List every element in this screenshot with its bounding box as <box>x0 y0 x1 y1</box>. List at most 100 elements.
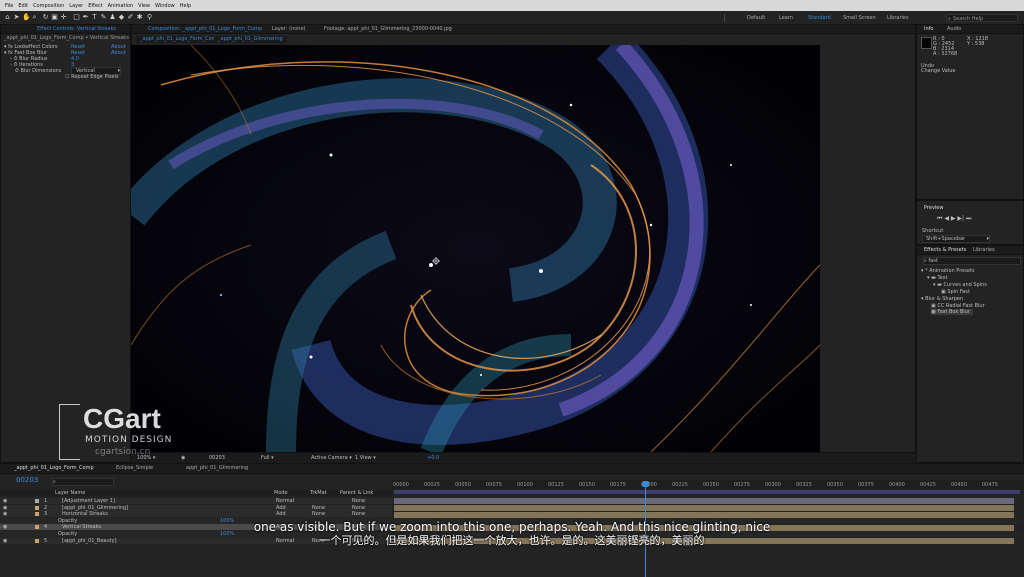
tab-timeline-logo-comp[interactable]: _appt_phi_01_Logo_Form_Comp <box>14 465 94 471</box>
timeline-search-input[interactable]: ⌕ <box>52 478 114 486</box>
resolution-dropdown[interactable]: Full ▾ <box>261 455 274 461</box>
pan-behind-tool-icon[interactable]: ✛ <box>60 14 67 21</box>
about-button[interactable]: About <box>111 50 126 56</box>
workspace-libraries[interactable]: Libraries <box>887 15 909 21</box>
rectangle-tool-icon[interactable]: □ <box>73 14 80 21</box>
tree-item[interactable]: ▾ ▬ Curves and Spins <box>933 282 987 288</box>
hand-tool-icon[interactable]: ✋ <box>22 14 31 21</box>
menu-view[interactable]: View <box>138 3 150 9</box>
play-icon[interactable]: ▶ <box>951 215 956 222</box>
rotate-tool-icon[interactable]: ↻ <box>42 14 49 21</box>
menu-effect[interactable]: Effect <box>88 3 102 9</box>
playhead-handle[interactable] <box>642 481 649 487</box>
layer-row[interactable]: ◉ 2 [appt_phi_01_Glimmering] Add None None <box>0 504 392 511</box>
menu-file[interactable]: File <box>5 3 13 9</box>
menu-layer[interactable]: Layer <box>69 3 83 9</box>
timeline-timecode[interactable]: 00203 <box>16 476 38 484</box>
tree-item-selected[interactable]: ▣ Fast Box Blur <box>931 309 973 315</box>
repeat-edge-checkbox[interactable]: ☐ Repeat Edge Pixels <box>65 74 119 80</box>
brush-tool-icon[interactable]: ✎ <box>100 14 107 21</box>
tab-timeline-eclipse[interactable]: Eclipse_Simple <box>116 465 153 471</box>
visibility-eye-icon[interactable]: ◉ <box>3 498 7 504</box>
menu-animation[interactable]: Animation <box>108 3 134 9</box>
layer-name[interactable]: [Adjustment Layer 1] <box>62 498 115 504</box>
blend-mode-dropdown[interactable]: Add <box>276 511 286 517</box>
cgart-watermark: CGart MOTION DESIGN cgartsion.cn <box>59 404 194 462</box>
clone-stamp-icon[interactable]: ♟ <box>109 14 116 21</box>
shortcut-label: Shortcut <box>922 228 944 234</box>
menu-help[interactable]: Help <box>180 3 191 9</box>
tab-libraries[interactable]: Libraries <box>973 247 995 253</box>
zoom-tool-icon[interactable]: ⌕ <box>31 14 38 21</box>
parent-dropdown[interactable]: None <box>352 505 365 511</box>
camera-tool-icon[interactable]: ▣ <box>51 14 58 21</box>
pen-tool-icon[interactable]: ✒ <box>82 14 89 21</box>
eraser-tool-icon[interactable]: ◆ <box>118 14 125 21</box>
selection-tool-icon[interactable]: ➤ <box>13 14 20 21</box>
tree-item[interactable]: ▾ ▬ Text <box>927 275 948 281</box>
workspace-learn[interactable]: Learn <box>779 15 793 21</box>
home-icon[interactable]: ⌂ <box>4 14 11 21</box>
blend-mode-dropdown[interactable]: Normal <box>276 498 294 504</box>
workspace-standard[interactable]: Standard <box>808 15 831 21</box>
camera-dropdown[interactable]: Active Camera ▾ <box>311 455 352 461</box>
exposure-value[interactable]: +0.0 <box>427 455 439 461</box>
menu-window[interactable]: Window <box>155 3 175 9</box>
composition-canvas[interactable] <box>131 45 820 452</box>
search-help-input[interactable]: ⌕ Search Help <box>946 14 1018 22</box>
tab-composition[interactable]: Composition: _appt_phi_01_Logo_Form_Comp <box>148 26 262 32</box>
parent-dropdown[interactable]: None <box>352 511 365 517</box>
col-parent[interactable]: Parent & Link <box>340 490 373 496</box>
layer-duration-bar[interactable] <box>394 504 1014 511</box>
col-layer-name[interactable]: Layer Name <box>55 490 85 496</box>
type-tool-icon[interactable]: T <box>91 14 98 21</box>
views-dropdown[interactable]: 1 View ▾ <box>355 455 376 461</box>
layer-duration-bar[interactable] <box>394 511 1014 518</box>
layer-duration-bar[interactable] <box>394 498 1014 505</box>
layer-name[interactable]: Horizontal Streaks <box>62 511 108 517</box>
tree-item[interactable]: ▾ Blur & Sharpen <box>921 296 963 302</box>
subtitle-english: one as visible. But if we zoom into this… <box>253 520 771 534</box>
parent-dropdown[interactable]: None <box>352 498 365 504</box>
col-trkmat[interactable]: TrkMat <box>310 490 327 496</box>
tab-info[interactable]: Info <box>924 26 933 32</box>
viewer-timecode[interactable]: 00203 <box>209 455 225 461</box>
layer-name[interactable]: [appt_phi_01_Glimmering] <box>62 505 128 511</box>
ruler-tick-label: 00250 <box>703 482 719 488</box>
tree-item[interactable]: ▾ * Animation Presets <box>921 268 974 274</box>
tab-effect-controls[interactable]: Effect Controls: Vertical Streaks <box>37 26 116 32</box>
menu-composition[interactable]: Composition <box>33 3 64 9</box>
layer-row[interactable]: ◉ 1 [Adjustment Layer 1] Normal None <box>0 498 392 504</box>
breadcrumb-glimmering[interactable]: _appt_phi_01_Glimmering <box>214 36 287 43</box>
tab-footage[interactable]: Footage: appt_phi_01_Glimmering_23000-00… <box>324 26 452 32</box>
layer-label-color-swatch[interactable] <box>35 512 39 517</box>
tree-item[interactable]: ▣ Spin Fast <box>941 289 970 295</box>
puppet-tool-icon[interactable]: ⚲ <box>146 14 153 21</box>
tab-layer[interactable]: Layer: (none) <box>272 26 306 32</box>
work-area-bar[interactable] <box>394 490 1020 494</box>
blend-mode-dropdown[interactable]: Add <box>276 505 286 511</box>
trkmat-dropdown[interactable]: None <box>312 511 325 517</box>
puppet-pin-icon[interactable]: ✱ <box>136 14 143 21</box>
layer-label-color-swatch[interactable] <box>35 499 39 503</box>
breadcrumb-comp[interactable]: _appt_phi_01_Logo_Form_Comp <box>136 36 224 43</box>
layer-row[interactable]: ◉ 3 Horizontal Streaks Add None None <box>0 511 392 518</box>
col-mode[interactable]: Mode <box>274 490 288 496</box>
visibility-eye-icon[interactable]: ◉ <box>3 511 7 517</box>
tab-timeline-glimmering[interactable]: appt_phi_01_Glimmering <box>186 465 248 471</box>
prev-frame-icon[interactable]: ◀ <box>944 215 949 222</box>
visibility-eye-icon[interactable]: ◉ <box>3 505 7 511</box>
tab-audio[interactable]: Audio <box>947 26 961 32</box>
last-frame-icon[interactable]: ⏭ <box>966 215 971 222</box>
tab-effects-presets[interactable]: Effects & Presets <box>924 247 966 253</box>
workspace-default[interactable]: Default <box>747 15 765 21</box>
first-frame-icon[interactable]: ⏮ <box>937 215 942 222</box>
effects-search-input[interactable]: ⌕ fast <box>923 257 1021 265</box>
next-frame-icon[interactable]: ▶| <box>957 215 964 222</box>
workspace-small-screen[interactable]: Small Screen <box>843 15 876 21</box>
roto-brush-icon[interactable]: ✐ <box>127 14 134 21</box>
shortcut-dropdown[interactable]: Shift+Spacebar ▾ <box>922 235 990 243</box>
menu-edit[interactable]: Edit <box>18 3 28 9</box>
trkmat-dropdown[interactable]: None <box>312 505 325 511</box>
layer-label-color-swatch[interactable] <box>35 505 39 510</box>
